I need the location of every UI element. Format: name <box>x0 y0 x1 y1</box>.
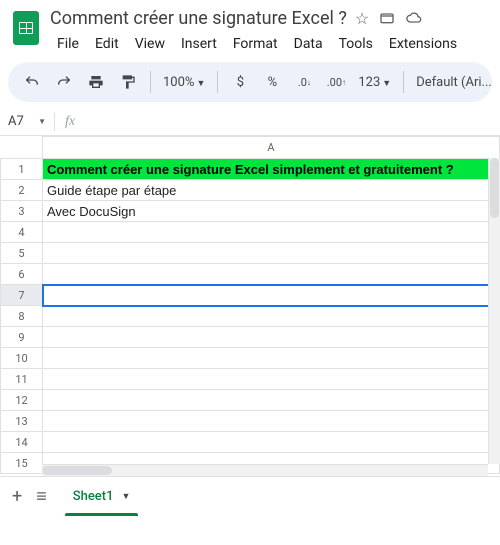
menu-tools[interactable]: Tools <box>332 32 380 56</box>
menu-data[interactable]: Data <box>287 32 330 56</box>
cloud-status-icon[interactable] <box>405 10 423 26</box>
row-header[interactable]: 11 <box>1 369 43 390</box>
row-header[interactable]: 6 <box>1 264 43 285</box>
menu-file[interactable]: File <box>50 32 86 56</box>
cell[interactable] <box>43 243 500 264</box>
sheet-tab-menu-icon[interactable]: ▼ <box>121 491 130 502</box>
row-header[interactable]: 3 <box>1 201 43 222</box>
cell[interactable]: Comment créer une signature Excel simple… <box>43 159 500 180</box>
row-header[interactable]: 7 <box>1 285 43 306</box>
row-header[interactable]: 14 <box>1 432 43 453</box>
toolbar: 100%▼ $ % .0↓ .00↑ 123▼ Default (Ari...▼ <box>8 62 492 102</box>
cell[interactable] <box>43 369 500 390</box>
formula-bar: A7▼ fx <box>0 108 500 136</box>
cell[interactable] <box>43 264 500 285</box>
move-icon[interactable] <box>379 10 395 26</box>
row-header[interactable]: 4 <box>1 222 43 243</box>
column-header[interactable]: A <box>43 137 500 159</box>
sheet-tab-bar: + ≡ Sheet1 ▼ <box>0 476 500 516</box>
menu-format[interactable]: Format <box>226 32 285 56</box>
spreadsheet-grid[interactable]: A1Comment créer une signature Excel simp… <box>0 136 500 476</box>
redo-button[interactable] <box>50 68 78 96</box>
title-bar: Comment créer une signature Excel ? ☆ Fi… <box>0 0 500 56</box>
cell[interactable]: Avec DocuSign <box>43 201 500 222</box>
menu-edit[interactable]: Edit <box>88 32 126 56</box>
star-icon[interactable]: ☆ <box>355 9 369 28</box>
row-header[interactable]: 8 <box>1 306 43 327</box>
row-header[interactable]: 10 <box>1 348 43 369</box>
vertical-scrollbar[interactable] <box>488 158 500 464</box>
name-box[interactable]: A7▼ <box>0 108 54 135</box>
row-header[interactable]: 13 <box>1 411 43 432</box>
cell[interactable] <box>43 348 500 369</box>
cell[interactable] <box>43 306 500 327</box>
document-title[interactable]: Comment créer une signature Excel ? <box>50 8 347 29</box>
more-formats-dropdown[interactable]: 123▼ <box>354 75 395 90</box>
cell[interactable] <box>43 390 500 411</box>
undo-button[interactable] <box>18 68 46 96</box>
cell[interactable] <box>43 222 500 243</box>
horizontal-scrollbar[interactable] <box>42 464 488 476</box>
row-header[interactable]: 9 <box>1 327 43 348</box>
format-percent-button[interactable]: % <box>258 68 286 96</box>
paint-format-button[interactable] <box>114 68 142 96</box>
sheets-logo[interactable] <box>8 10 44 46</box>
select-all-corner[interactable] <box>1 137 43 159</box>
row-header[interactable]: 1 <box>1 159 43 180</box>
format-currency-button[interactable]: $ <box>226 68 254 96</box>
row-header[interactable]: 5 <box>1 243 43 264</box>
sheet-tab-active[interactable]: Sheet1 ▼ <box>61 477 143 516</box>
sheet-tab-label: Sheet1 <box>73 489 114 504</box>
fx-icon: fx <box>55 114 85 130</box>
menu-insert[interactable]: Insert <box>174 32 224 56</box>
cell[interactable] <box>43 411 500 432</box>
row-header[interactable]: 12 <box>1 390 43 411</box>
add-sheet-button[interactable]: + <box>12 486 22 507</box>
menu-extensions[interactable]: Extensions <box>382 32 464 56</box>
row-header[interactable]: 15 <box>1 453 43 474</box>
cell[interactable]: Guide étape par étape <box>43 180 500 201</box>
cell[interactable] <box>43 285 500 306</box>
menu-view[interactable]: View <box>128 32 172 56</box>
print-button[interactable] <box>82 68 110 96</box>
cell[interactable] <box>43 432 500 453</box>
cell[interactable] <box>43 327 500 348</box>
zoom-dropdown[interactable]: 100%▼ <box>159 75 209 90</box>
increase-decimal-button[interactable]: .00↑ <box>322 68 350 96</box>
row-header[interactable]: 2 <box>1 180 43 201</box>
menu-bar: File Edit View Insert Format Data Tools … <box>50 32 492 56</box>
decrease-decimal-button[interactable]: .0↓ <box>290 68 318 96</box>
font-dropdown[interactable]: Default (Ari...▼ <box>412 75 492 90</box>
all-sheets-button[interactable]: ≡ <box>36 486 47 507</box>
